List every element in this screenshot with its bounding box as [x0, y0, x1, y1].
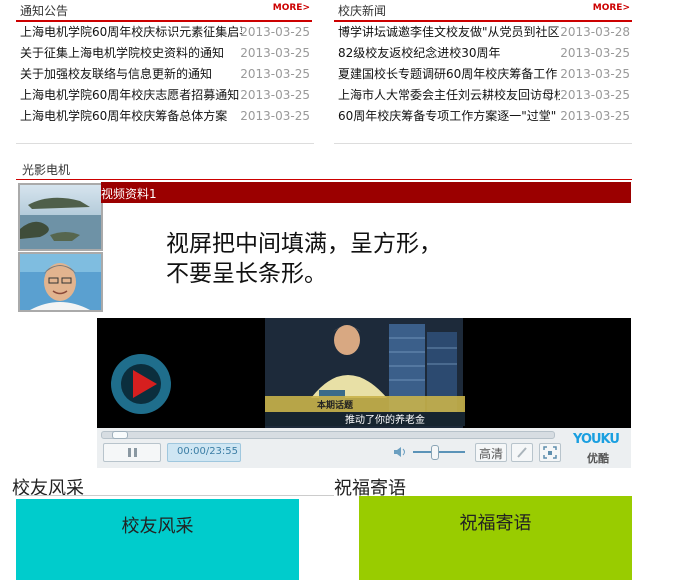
alumni-section-title: 校友风采 [12, 478, 84, 499]
news-title[interactable]: 上海市人大常委会主任刘云耕校友回访母校 [338, 85, 560, 106]
anniversary-news-more-link[interactable]: MORE> [593, 3, 630, 13]
media-header: 光影电机 [16, 158, 632, 180]
progress-track[interactable] [101, 431, 555, 439]
youku-logo: YOUKU 优酷 [571, 432, 631, 466]
time-display: 00:00/23:55 [167, 443, 241, 462]
news-title[interactable]: 夏建国校长专题调研60周年校庆筹备工作 [338, 64, 560, 85]
person-portrait-thumbnail [20, 254, 101, 310]
list-item[interactable]: 上海电机学院60周年校庆志愿者招募通知 2013-03-25 [16, 85, 310, 106]
news-date: 2013-03-25 [560, 67, 630, 81]
player-controls: 00:00/23:55 高清 YOUKU 优酷 [97, 428, 631, 468]
progress-handle[interactable] [112, 431, 128, 439]
layout-note: 视屏把中间填满，呈方形， 不要呈长条形。 [166, 229, 442, 289]
time-text: 00:00/23:55 [177, 446, 239, 457]
notices-title: 通知公告 [20, 4, 69, 18]
list-item[interactable]: 上海电机学院60周年校庆筹备总体方案 2013-03-25 [16, 106, 310, 127]
list-item[interactable]: 60周年校庆筹备专项工作方案逐一"过堂" 2013-03-25 [334, 106, 630, 127]
lamp-icon [517, 447, 527, 458]
volume-handle[interactable] [431, 445, 439, 460]
anniversary-news-divider [334, 143, 632, 144]
video-title-bar: 视频资料1 [101, 182, 631, 203]
news-title[interactable]: 关于征集上海电机学院校史资料的通知 [20, 43, 242, 64]
news-date: 2013-03-25 [240, 88, 310, 102]
youku-brand-cn: 优酷 [587, 452, 609, 465]
news-date: 2013-03-25 [240, 25, 310, 39]
section-divider [16, 495, 334, 496]
quality-button[interactable]: 高清 [475, 443, 507, 462]
wishes-box-label: 祝福寄语 [459, 513, 532, 534]
youku-brand: YOUKU [573, 432, 620, 447]
list-item[interactable]: 关于加强校友联络与信息更新的通知 2013-03-25 [16, 64, 310, 85]
layout-note-line-2: 不要呈长条形。 [166, 261, 327, 287]
video-caption: 本期话题 [317, 401, 354, 411]
video-thumbnail-1[interactable] [18, 183, 103, 251]
list-item[interactable]: 夏建国校长专题调研60周年校庆筹备工作 2013-03-25 [334, 64, 630, 85]
list-item[interactable]: 关于征集上海电机学院校史资料的通知 2013-03-25 [16, 43, 310, 64]
quality-label: 高清 [479, 447, 504, 461]
notices-divider [16, 143, 314, 144]
video-title: 视频资料1 [101, 187, 157, 201]
fullscreen-button[interactable] [539, 443, 561, 462]
news-date: 2013-03-28 [560, 25, 630, 39]
alumni-box-label: 校友风采 [121, 516, 194, 537]
play-pause-button[interactable] [103, 443, 161, 462]
layout-note-line-1: 视屏把中间填满，呈方形， [166, 231, 442, 257]
media-title: 光影电机 [22, 163, 71, 177]
light-button[interactable] [511, 443, 533, 462]
anniversary-news-list: 博学讲坛诚邀李佳文校友做"从党员到社区服务"2013-03-28 82级校友返校… [334, 22, 630, 127]
news-title[interactable]: 60周年校庆筹备专项工作方案逐一"过堂" [338, 106, 560, 127]
news-date: 2013-03-25 [240, 46, 310, 60]
news-date: 2013-03-25 [560, 109, 630, 123]
news-date: 2013-03-25 [240, 109, 310, 123]
news-title[interactable]: 上海电机学院60周年校庆志愿者招募通知 [20, 85, 242, 106]
news-date: 2013-03-25 [240, 67, 310, 81]
news-date: 2013-03-25 [560, 88, 630, 102]
volume-icon[interactable] [393, 446, 407, 458]
news-date: 2013-03-25 [560, 46, 630, 60]
wishes-box[interactable]: 祝福寄语 [359, 496, 632, 580]
fullscreen-icon [543, 446, 557, 459]
anniversary-news-header: 校庆新闻 MORE> [334, 0, 632, 22]
notices-more-link[interactable]: MORE> [273, 3, 310, 13]
video-thumbnail-2[interactable] [18, 252, 103, 312]
notices-header: 通知公告 MORE> [16, 0, 312, 22]
news-title[interactable]: 关于加强校友联络与信息更新的通知 [20, 64, 242, 85]
news-title[interactable]: 上海电机学院60周年校庆筹备总体方案 [20, 106, 242, 127]
island-landscape-thumbnail [20, 185, 101, 249]
video-subcaption: 推动了你的养老金 [345, 415, 425, 426]
alumni-box[interactable]: 校友风采 [16, 499, 299, 580]
list-item[interactable]: 82级校友返校纪念进校30周年 2013-03-25 [334, 43, 630, 64]
anniversary-news-title: 校庆新闻 [338, 4, 387, 18]
list-item[interactable]: 上海电机学院60周年校庆标识元素征集启事 2013-03-25 [16, 22, 310, 43]
news-title[interactable]: 上海电机学院60周年校庆标识元素征集启事 [20, 22, 242, 43]
news-title[interactable]: 82级校友返校纪念进校30周年 [338, 43, 560, 64]
notices-list: 上海电机学院60周年校庆标识元素征集启事 2013-03-25 关于征集上海电机学… [16, 22, 310, 127]
volume-slider[interactable] [413, 445, 465, 460]
news-title[interactable]: 博学讲坛诚邀李佳文校友做"从党员到社区服务" [338, 22, 560, 43]
pause-icon [128, 448, 137, 457]
list-item[interactable]: 博学讲坛诚邀李佳文校友做"从党员到社区服务"2013-03-28 [334, 22, 630, 43]
list-item[interactable]: 上海市人大常委会主任刘云耕校友回访母校 2013-03-25 [334, 85, 630, 106]
